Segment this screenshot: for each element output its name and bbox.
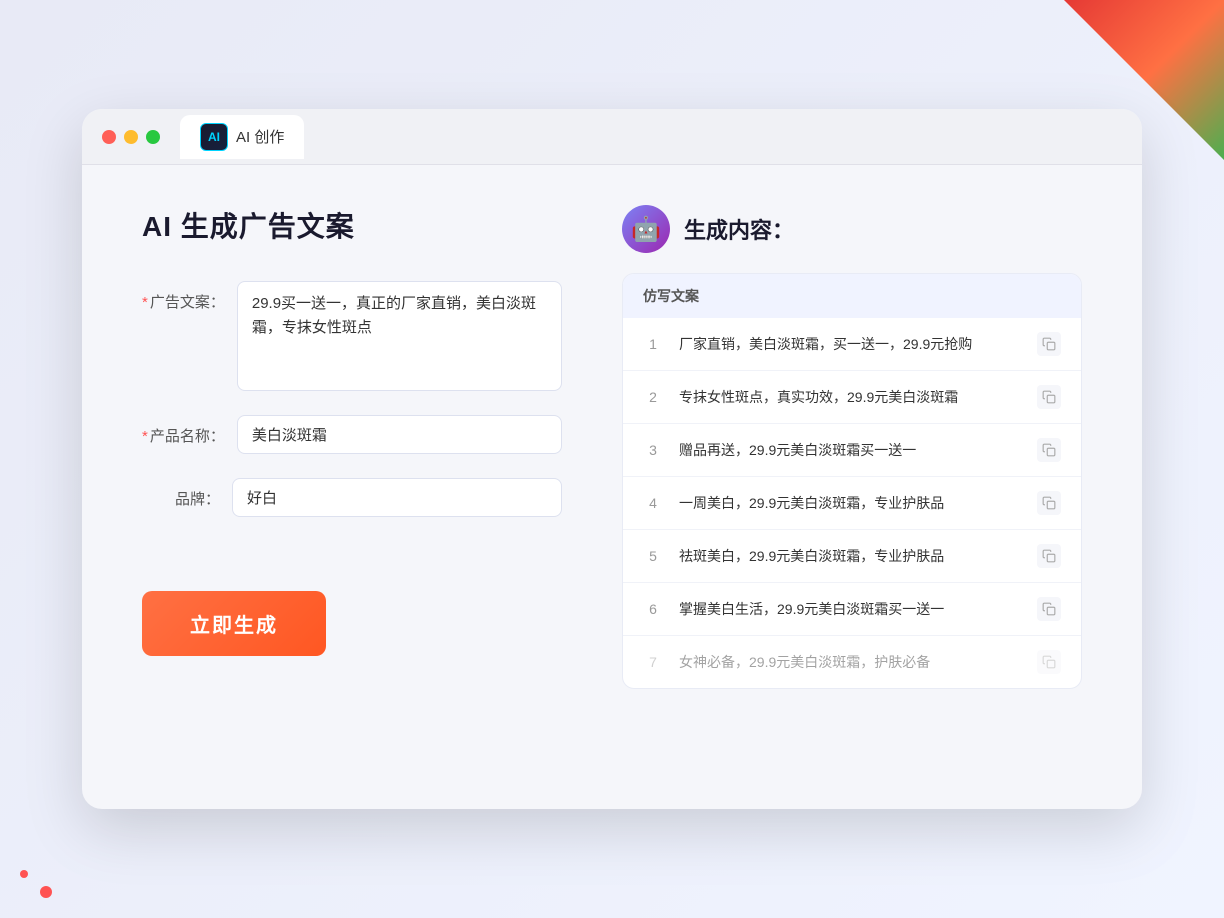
minimize-button[interactable]	[124, 130, 138, 144]
row-number: 6	[643, 601, 663, 617]
copy-icon[interactable]	[1037, 544, 1061, 568]
table-row: 1 厂家直销，美白淡斑霜，买一送一，29.9元抢购	[623, 318, 1081, 371]
copy-icon[interactable]	[1037, 385, 1061, 409]
table-row: 2 专抹女性斑点，真实功效，29.9元美白淡斑霜	[623, 371, 1081, 424]
ai-logo-icon: AI	[200, 123, 228, 151]
product-name-input[interactable]	[237, 415, 562, 454]
copy-icon[interactable]	[1037, 650, 1061, 674]
table-row: 4 一周美白，29.9元美白淡斑霜，专业护肤品	[623, 477, 1081, 530]
row-text: 赠品再送，29.9元美白淡斑霜买一送一	[679, 440, 1021, 461]
row-text: 祛斑美白，29.9元美白淡斑霜，专业护肤品	[679, 546, 1021, 567]
title-bar: AI AI 创作	[82, 109, 1142, 165]
row-number: 4	[643, 495, 663, 511]
robot-icon	[622, 205, 670, 253]
row-number: 2	[643, 389, 663, 405]
traffic-lights	[102, 130, 160, 144]
dot-decoration-bl2	[20, 870, 28, 878]
right-panel: 生成内容： 仿写文案 1 厂家直销，美白淡斑霜，买一送一，29.9元抢购 2 专…	[622, 205, 1082, 765]
form-row-brand: 品牌：	[142, 478, 562, 517]
table-row: 5 祛斑美白，29.9元美白淡斑霜，专业护肤品	[623, 530, 1081, 583]
copy-icon[interactable]	[1037, 491, 1061, 515]
row-text: 女神必备，29.9元美白淡斑霜，护肤必备	[679, 652, 1021, 673]
row-text: 掌握美白生活，29.9元美白淡斑霜买一送一	[679, 599, 1021, 620]
result-table: 仿写文案 1 厂家直销，美白淡斑霜，买一送一，29.9元抢购 2 专抹女性斑点，…	[622, 273, 1082, 689]
ad-copy-label: *广告文案：	[142, 281, 237, 312]
ad-copy-input[interactable]: 29.9买一送一，真正的厂家直销，美白淡斑霜，专抹女性斑点	[237, 281, 562, 391]
copy-icon[interactable]	[1037, 332, 1061, 356]
required-star-product: *	[142, 428, 148, 445]
copy-icon[interactable]	[1037, 597, 1061, 621]
table-row: 6 掌握美白生活，29.9元美白淡斑霜买一送一	[623, 583, 1081, 636]
generate-button-wrapper: 立即生成	[142, 541, 562, 656]
page-title: AI 生成广告文案	[142, 205, 562, 245]
left-panel: AI 生成广告文案 *广告文案： 29.9买一送一，真正的厂家直销，美白淡斑霜，…	[142, 205, 562, 765]
row-text: 一周美白，29.9元美白淡斑霜，专业护肤品	[679, 493, 1021, 514]
row-number: 7	[643, 654, 663, 670]
product-name-label: *产品名称：	[142, 415, 237, 446]
main-content: AI 生成广告文案 *广告文案： 29.9买一送一，真正的厂家直销，美白淡斑霜，…	[82, 165, 1142, 805]
form-row-product-name: *产品名称：	[142, 415, 562, 454]
brand-label: 品牌：	[142, 478, 232, 509]
form-row-ad-copy: *广告文案： 29.9买一送一，真正的厂家直销，美白淡斑霜，专抹女性斑点	[142, 281, 562, 391]
close-button[interactable]	[102, 130, 116, 144]
result-rows-container: 1 厂家直销，美白淡斑霜，买一送一，29.9元抢购 2 专抹女性斑点，真实功效，…	[623, 318, 1081, 688]
result-header: 生成内容：	[622, 205, 1082, 253]
row-number: 5	[643, 548, 663, 564]
dot-decoration-bl	[40, 886, 52, 898]
table-row: 3 赠品再送，29.9元美白淡斑霜买一送一	[623, 424, 1081, 477]
row-text: 专抹女性斑点，真实功效，29.9元美白淡斑霜	[679, 387, 1021, 408]
row-number: 1	[643, 336, 663, 352]
row-number: 3	[643, 442, 663, 458]
tab-label: AI 创作	[236, 126, 284, 147]
row-text: 厂家直销，美白淡斑霜，买一送一，29.9元抢购	[679, 334, 1021, 355]
generate-button[interactable]: 立即生成	[142, 591, 326, 656]
required-star-ad: *	[142, 294, 148, 311]
copy-icon[interactable]	[1037, 438, 1061, 462]
result-title: 生成内容：	[684, 213, 794, 245]
brand-input[interactable]	[232, 478, 562, 517]
result-table-header: 仿写文案	[623, 274, 1081, 318]
table-row: 7 女神必备，29.9元美白淡斑霜，护肤必备	[623, 636, 1081, 688]
maximize-button[interactable]	[146, 130, 160, 144]
tab-ai-create[interactable]: AI AI 创作	[180, 115, 304, 159]
browser-window: AI AI 创作 AI 生成广告文案 *广告文案： 29.9买一送一，真正的厂家…	[82, 109, 1142, 809]
